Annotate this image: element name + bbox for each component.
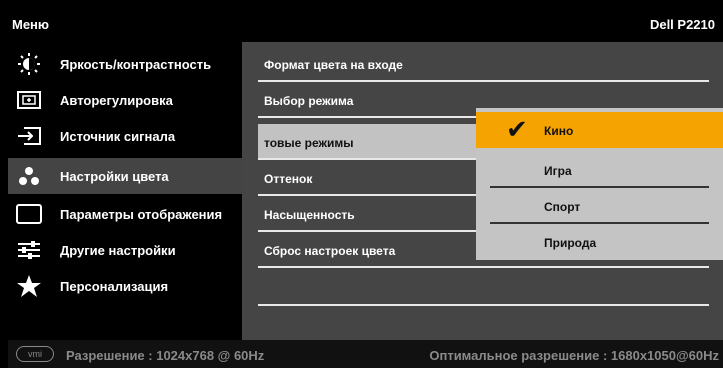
menu-title: Меню xyxy=(12,17,50,32)
display-settings-icon xyxy=(16,203,42,225)
color-settings-icon xyxy=(16,165,42,187)
model-name: Dell P2210 xyxy=(649,17,715,32)
other-settings-icon xyxy=(16,239,42,261)
dropdown-option-nature[interactable]: Природа xyxy=(476,224,723,260)
sidebar-item-label: Персонализация xyxy=(60,279,169,294)
auto-adjust-icon xyxy=(16,89,42,111)
submenu-item-label: Выбор режима xyxy=(264,94,354,108)
submenu-item-preset-modes[interactable]: товые режимы xyxy=(258,124,476,160)
sidebar-item-label: Настройки цвета xyxy=(60,169,169,184)
divider xyxy=(258,266,709,268)
dropdown-option-label: Спорт xyxy=(544,200,581,214)
sidebar-item-input-source[interactable]: Источник сигнала xyxy=(8,118,242,154)
sidebar-item-color-settings[interactable]: Настройки цвета xyxy=(8,158,242,194)
dropdown-option-label: Кино xyxy=(544,124,574,138)
star-icon xyxy=(16,275,42,297)
brand-logo: vmi xyxy=(16,346,54,362)
submenu-item-label: товые режимы xyxy=(264,136,354,150)
sidebar-item-personalize[interactable]: Персонализация xyxy=(8,268,242,304)
current-resolution: Разрешение : 1024x768 @ 60Hz xyxy=(66,348,265,363)
sidebar-item-auto-adjust[interactable]: Авторегулировка xyxy=(8,82,242,118)
submenu-item-label: Оттенок xyxy=(264,172,313,186)
checkmark-icon: ✔ xyxy=(506,114,528,144)
dropdown-option-game[interactable]: Игра xyxy=(476,152,723,188)
submenu-item-label: Насыщенность xyxy=(264,208,355,222)
submenu-item-label: Сброс настроек цвета xyxy=(264,244,396,258)
sidebar-item-label: Авторегулировка xyxy=(60,93,173,108)
submenu-item-label: Формат цвета на входе xyxy=(264,58,403,72)
dropdown-option-movie[interactable]: ✔ Кино xyxy=(476,112,723,148)
sidebar-item-label: Другие настройки xyxy=(60,243,176,258)
sidebar: Яркость/контрастность Авторегулировка Ис… xyxy=(8,42,242,340)
sidebar-item-other-settings[interactable]: Другие настройки xyxy=(8,232,242,268)
sidebar-item-label: Параметры отображения xyxy=(60,207,223,222)
submenu-item-input-color-format[interactable]: Формат цвета на входе xyxy=(258,46,709,82)
status-footer: vmi Разрешение : 1024x768 @ 60Hz Оптимал… xyxy=(8,340,723,368)
sidebar-item-display-settings[interactable]: Параметры отображения xyxy=(8,196,242,232)
dropdown-option-label: Природа xyxy=(544,236,597,250)
divider xyxy=(258,304,709,306)
sidebar-item-label: Источник сигнала xyxy=(60,129,176,144)
submenu-item-empty xyxy=(258,270,709,306)
preset-mode-dropdown: ✔ Кино Игра Спорт Природа xyxy=(476,108,723,260)
brightness-icon xyxy=(16,53,42,75)
input-source-icon xyxy=(16,125,42,147)
optimal-resolution: Оптимальное разрешение : 1680x1050@60Hz xyxy=(429,348,719,363)
title-bar: Меню Dell P2210 xyxy=(8,6,723,42)
dropdown-option-sport[interactable]: Спорт xyxy=(476,188,723,224)
dropdown-option-label: Игра xyxy=(544,164,572,178)
sidebar-item-brightness[interactable]: Яркость/контрастность xyxy=(8,46,242,82)
sidebar-item-label: Яркость/контрастность xyxy=(60,57,212,72)
